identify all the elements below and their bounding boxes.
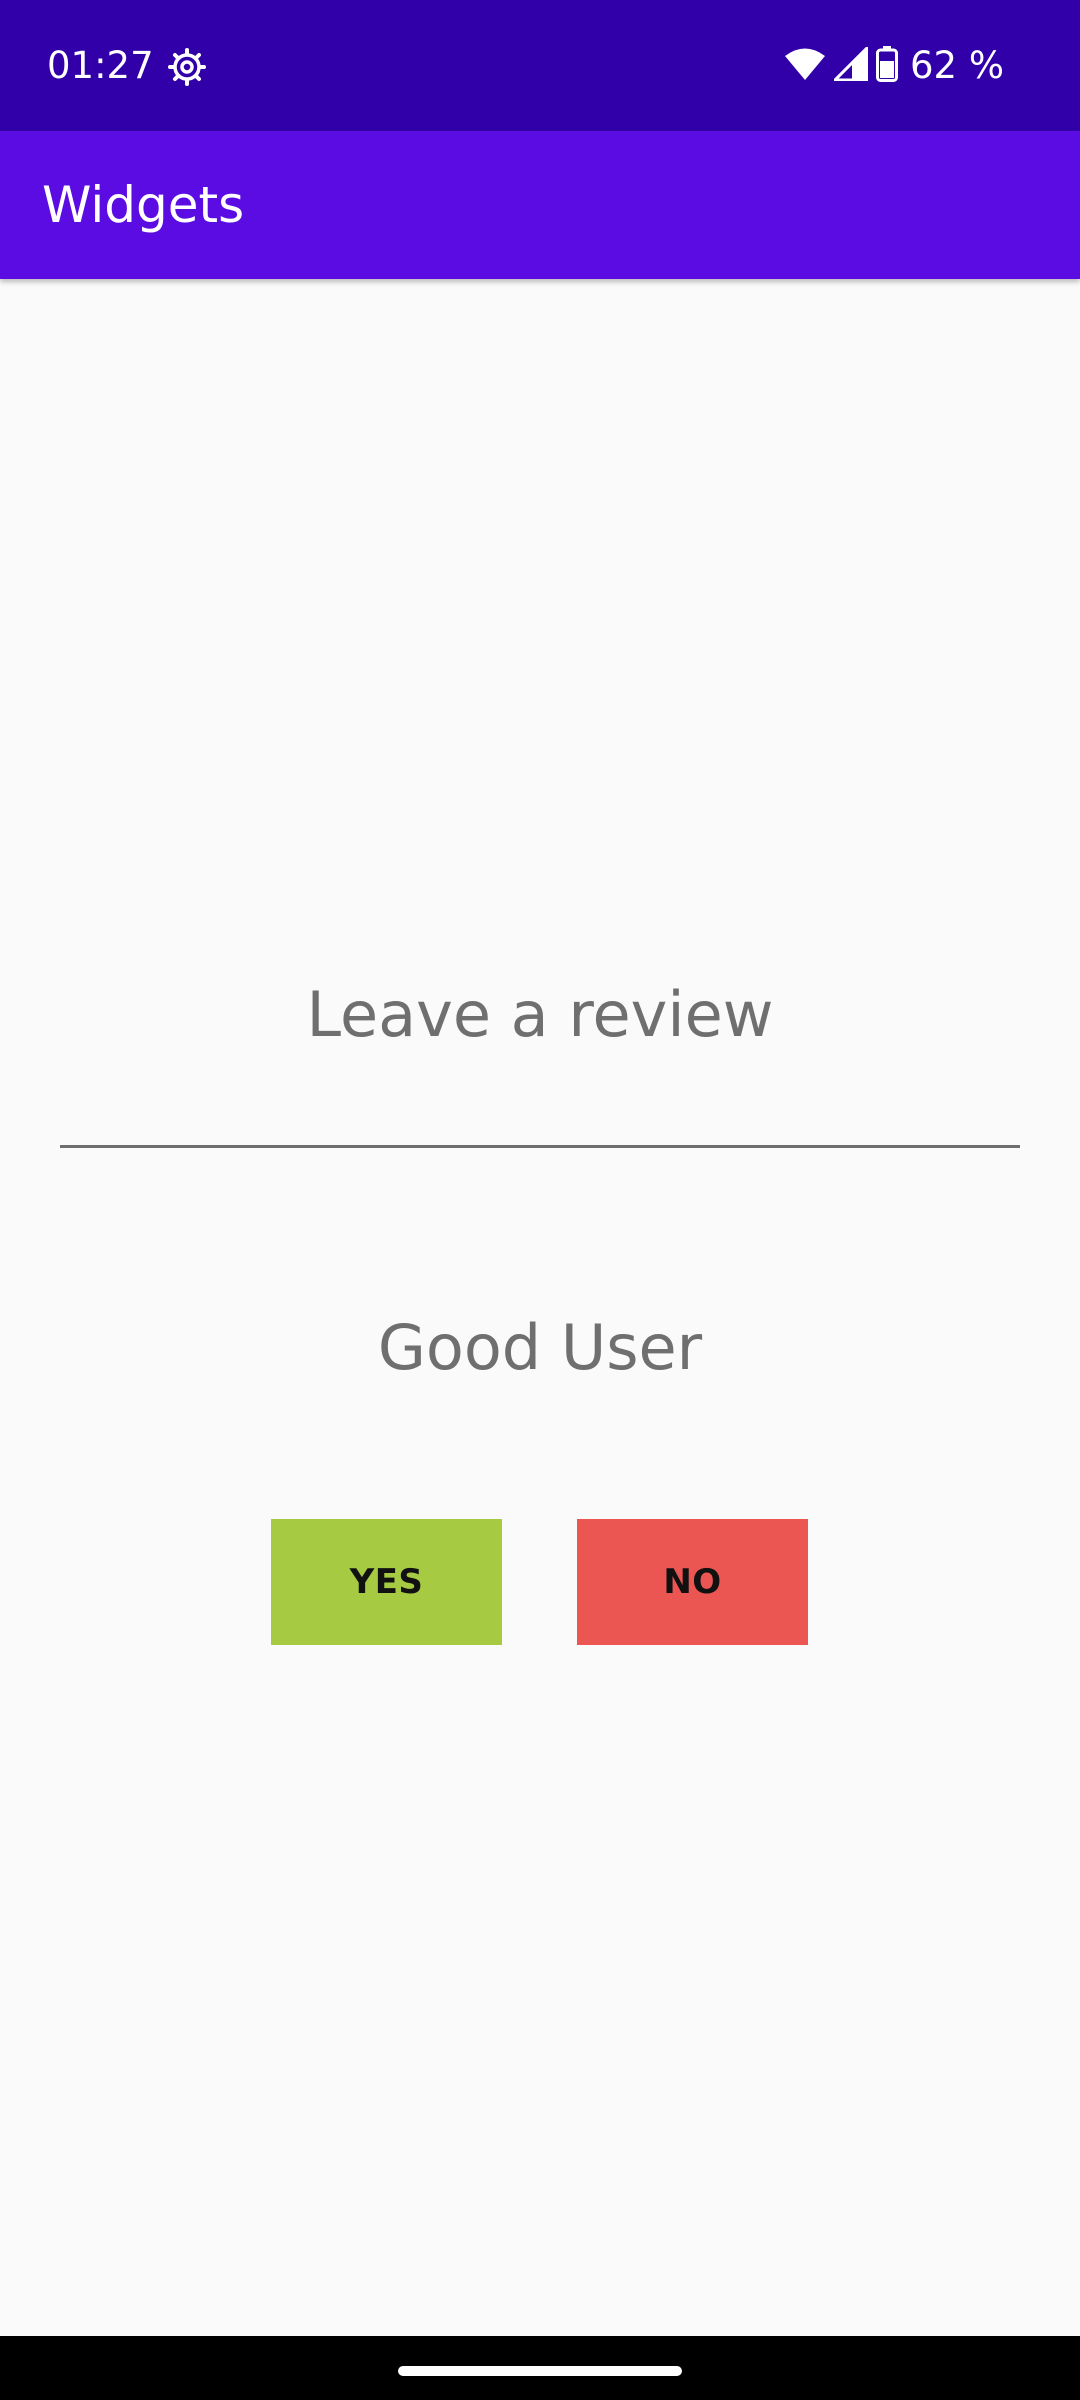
review-input[interactable] [60, 1090, 1020, 1148]
status-time: 01:27 [47, 44, 154, 87]
home-gesture-handle[interactable] [398, 2366, 682, 2376]
review-heading: Leave a review [306, 978, 774, 1051]
status-indicators: 62 % [784, 40, 1004, 92]
app-title: Widgets [42, 176, 245, 234]
battery-percent: 62 % [910, 44, 1004, 87]
wifi-icon [784, 47, 826, 86]
cell-signal-icon [831, 43, 869, 86]
no-button[interactable]: NO [577, 1519, 808, 1645]
battery-icon [876, 45, 898, 87]
yes-button[interactable]: YES [271, 1519, 502, 1645]
result-text: Good User [377, 1311, 703, 1384]
settings-gear-icon [168, 48, 206, 86]
app-bar: Widgets [0, 131, 1080, 279]
status-bar: 01:27 62 % [0, 0, 1080, 131]
